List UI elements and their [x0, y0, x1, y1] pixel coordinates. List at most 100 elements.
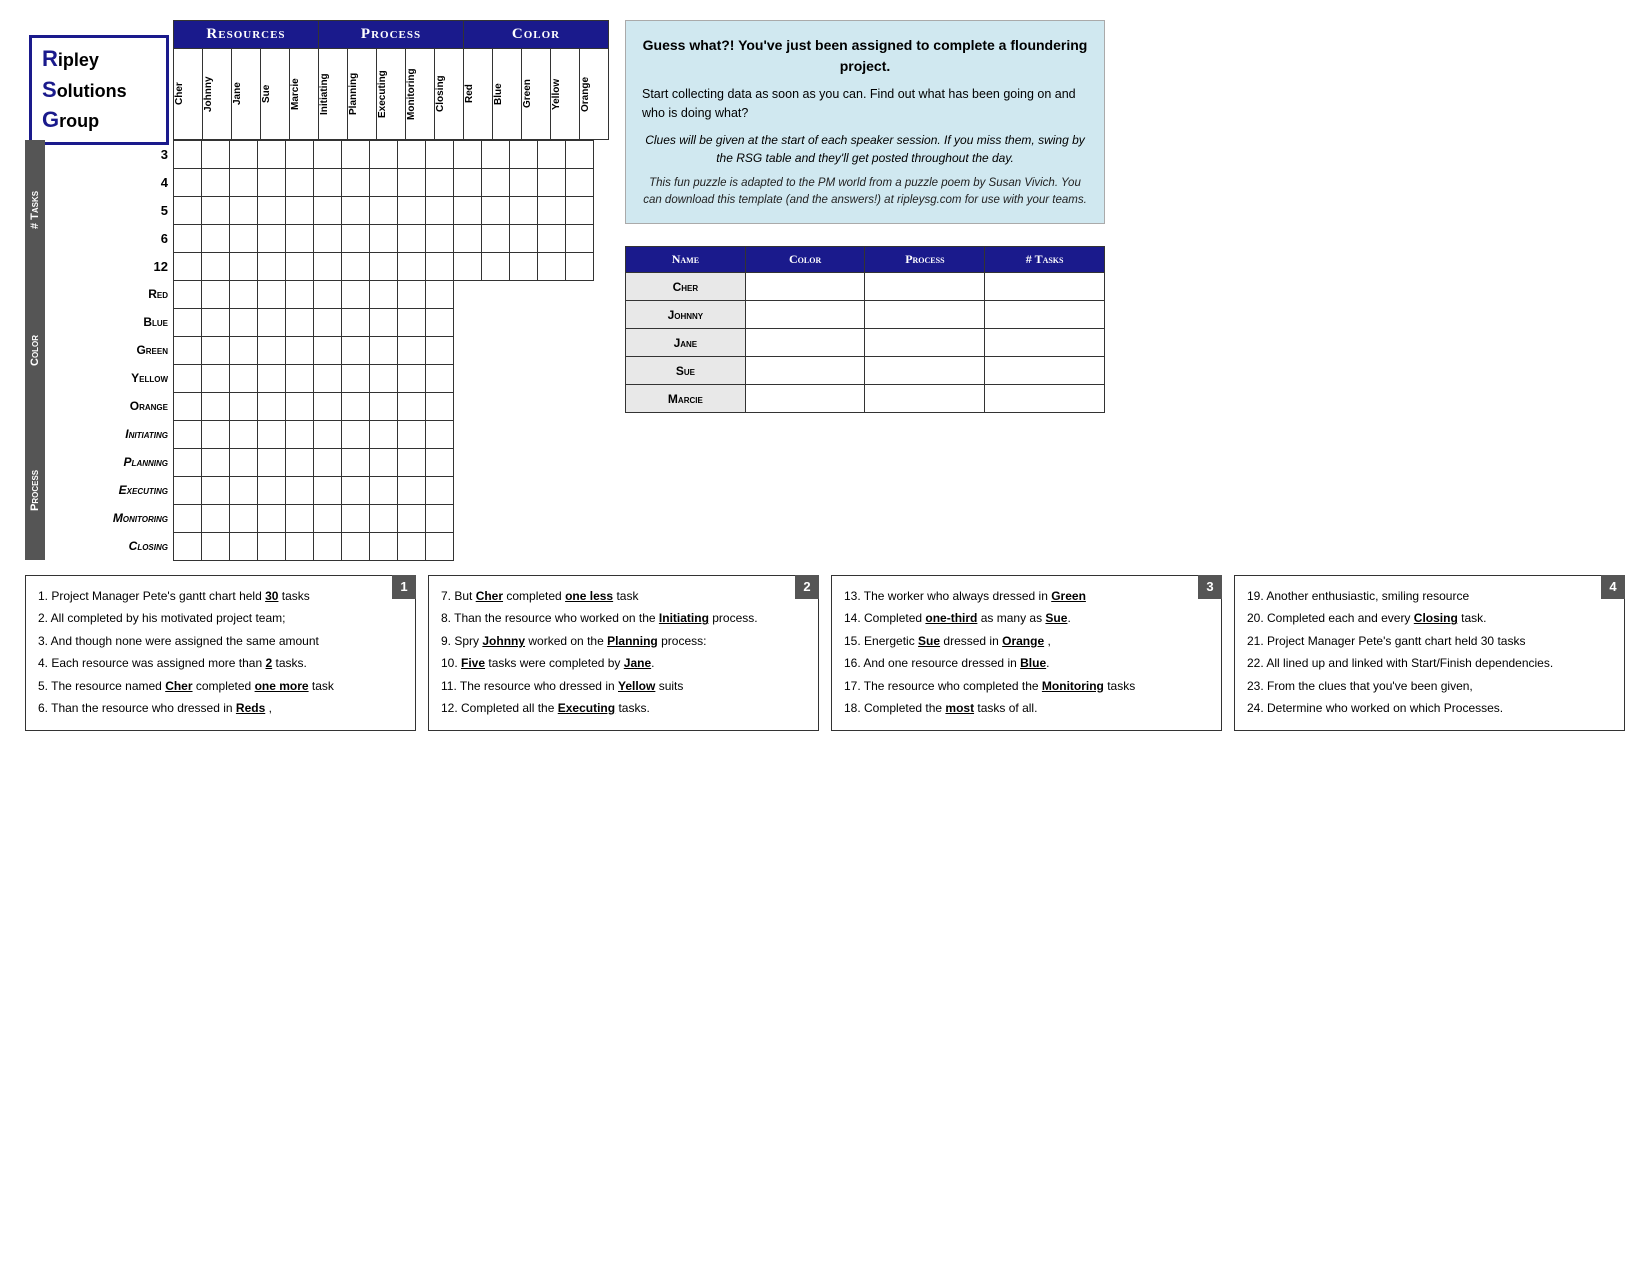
cell-r14-c2[interactable] [230, 533, 258, 561]
answer-color-3[interactable] [745, 357, 865, 385]
cell-r10-c1[interactable] [202, 421, 230, 449]
cell-r14-c7[interactable] [370, 533, 398, 561]
cell-r1-c13[interactable] [538, 169, 566, 197]
cell-r13-c3[interactable] [258, 505, 286, 533]
cell-r3-c0[interactable] [174, 225, 202, 253]
cell-r11-c9[interactable] [426, 449, 454, 477]
cell-r4-c8[interactable] [398, 253, 426, 281]
cell-r14-c4[interactable] [286, 533, 314, 561]
cell-r2-c4[interactable] [286, 197, 314, 225]
cell-r7-c9[interactable] [426, 337, 454, 365]
cell-r2-c8[interactable] [398, 197, 426, 225]
cell-r6-c4[interactable] [286, 309, 314, 337]
cell-r0-c11[interactable] [482, 141, 510, 169]
cell-r4-c1[interactable] [202, 253, 230, 281]
cell-r13-c6[interactable] [342, 505, 370, 533]
cell-r13-c8[interactable] [398, 505, 426, 533]
cell-r8-c9[interactable] [426, 365, 454, 393]
cell-r8-c4[interactable] [286, 365, 314, 393]
cell-r13-c9[interactable] [426, 505, 454, 533]
answer-color-2[interactable] [745, 329, 865, 357]
cell-r8-c2[interactable] [230, 365, 258, 393]
cell-r8-c1[interactable] [202, 365, 230, 393]
cell-r10-c0[interactable] [174, 421, 202, 449]
cell-r1-c8[interactable] [398, 169, 426, 197]
cell-r5-c8[interactable] [398, 281, 426, 309]
cell-r6-c9[interactable] [426, 309, 454, 337]
cell-r3-c13[interactable] [538, 225, 566, 253]
cell-r0-c9[interactable] [426, 141, 454, 169]
cell-r9-c6[interactable] [342, 393, 370, 421]
cell-r9-c4[interactable] [286, 393, 314, 421]
cell-r7-c2[interactable] [230, 337, 258, 365]
answer-tasks-3[interactable] [985, 357, 1105, 385]
cell-r9-c5[interactable] [314, 393, 342, 421]
answer-tasks-4[interactable] [985, 385, 1105, 413]
cell-r12-c6[interactable] [342, 477, 370, 505]
cell-r5-c1[interactable] [202, 281, 230, 309]
cell-r2-c3[interactable] [258, 197, 286, 225]
cell-r6-c6[interactable] [342, 309, 370, 337]
cell-r0-c1[interactable] [202, 141, 230, 169]
cell-r11-c1[interactable] [202, 449, 230, 477]
cell-r10-c3[interactable] [258, 421, 286, 449]
cell-r2-c12[interactable] [510, 197, 538, 225]
cell-r1-c11[interactable] [482, 169, 510, 197]
cell-r3-c12[interactable] [510, 225, 538, 253]
cell-r12-c7[interactable] [370, 477, 398, 505]
cell-r0-c13[interactable] [538, 141, 566, 169]
cell-r5-c6[interactable] [342, 281, 370, 309]
cell-r13-c4[interactable] [286, 505, 314, 533]
answer-color-0[interactable] [745, 273, 865, 301]
cell-r13-c0[interactable] [174, 505, 202, 533]
cell-r1-c5[interactable] [314, 169, 342, 197]
cell-r7-c5[interactable] [314, 337, 342, 365]
cell-r4-c11[interactable] [482, 253, 510, 281]
cell-r10-c5[interactable] [314, 421, 342, 449]
cell-r14-c8[interactable] [398, 533, 426, 561]
cell-r9-c8[interactable] [398, 393, 426, 421]
cell-r5-c3[interactable] [258, 281, 286, 309]
cell-r4-c12[interactable] [510, 253, 538, 281]
cell-r0-c7[interactable] [370, 141, 398, 169]
cell-r11-c8[interactable] [398, 449, 426, 477]
cell-r10-c4[interactable] [286, 421, 314, 449]
cell-r9-c9[interactable] [426, 393, 454, 421]
cell-r4-c0[interactable] [174, 253, 202, 281]
cell-r11-c4[interactable] [286, 449, 314, 477]
cell-r6-c3[interactable] [258, 309, 286, 337]
cell-r0-c8[interactable] [398, 141, 426, 169]
cell-r6-c1[interactable] [202, 309, 230, 337]
cell-r3-c8[interactable] [398, 225, 426, 253]
cell-r4-c5[interactable] [314, 253, 342, 281]
answer-process-4[interactable] [865, 385, 985, 413]
cell-r6-c0[interactable] [174, 309, 202, 337]
cell-r14-c1[interactable] [202, 533, 230, 561]
cell-r3-c6[interactable] [342, 225, 370, 253]
cell-r12-c3[interactable] [258, 477, 286, 505]
cell-r5-c0[interactable] [174, 281, 202, 309]
cell-r6-c2[interactable] [230, 309, 258, 337]
cell-r10-c8[interactable] [398, 421, 426, 449]
cell-r4-c4[interactable] [286, 253, 314, 281]
cell-r9-c2[interactable] [230, 393, 258, 421]
cell-r13-c1[interactable] [202, 505, 230, 533]
cell-r12-c9[interactable] [426, 477, 454, 505]
cell-r13-c5[interactable] [314, 505, 342, 533]
cell-r8-c8[interactable] [398, 365, 426, 393]
cell-r7-c1[interactable] [202, 337, 230, 365]
cell-r7-c3[interactable] [258, 337, 286, 365]
cell-r7-c4[interactable] [286, 337, 314, 365]
cell-r2-c5[interactable] [314, 197, 342, 225]
cell-r14-c3[interactable] [258, 533, 286, 561]
cell-r12-c4[interactable] [286, 477, 314, 505]
cell-r4-c3[interactable] [258, 253, 286, 281]
cell-r11-c2[interactable] [230, 449, 258, 477]
cell-r8-c7[interactable] [370, 365, 398, 393]
cell-r7-c6[interactable] [342, 337, 370, 365]
cell-r9-c0[interactable] [174, 393, 202, 421]
cell-r4-c2[interactable] [230, 253, 258, 281]
cell-r10-c6[interactable] [342, 421, 370, 449]
answer-process-1[interactable] [865, 301, 985, 329]
cell-r3-c2[interactable] [230, 225, 258, 253]
